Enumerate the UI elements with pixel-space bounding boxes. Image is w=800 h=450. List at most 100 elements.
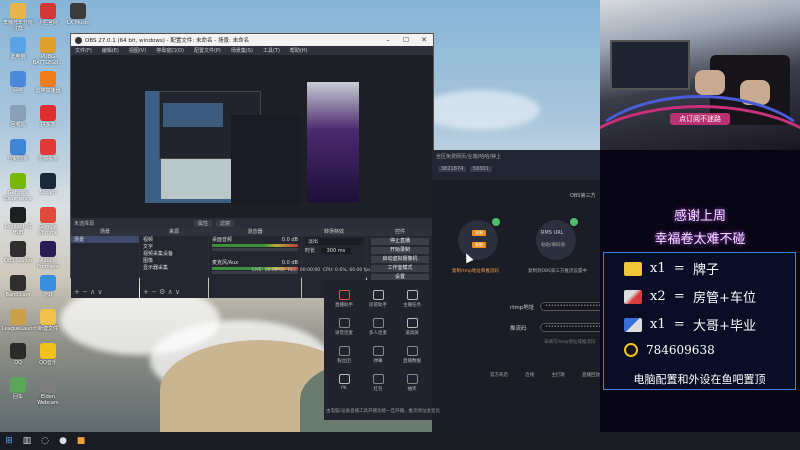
desktop-icon[interactable]: 游戏 <box>32 275 64 298</box>
desktop-icon-label: GeForce Experience <box>4 190 32 202</box>
tool-label: 道具屏 <box>405 331 419 336</box>
obs-preview-canvas[interactable] <box>71 55 433 218</box>
maximize-icon[interactable]: ☐ <box>397 36 415 44</box>
minimize-icon[interactable]: – <box>379 36 397 44</box>
source-item[interactable]: 显示器采集 <box>140 264 208 271</box>
menu-edit[interactable]: 编辑(E) <box>102 47 119 54</box>
desktop-icon-label: 李楠苏年分班注群 <box>2 20 33 32</box>
desktop-icon[interactable]: LeagueLauncher <box>2 309 44 332</box>
app-icon <box>10 275 26 291</box>
virtual-camera-button[interactable]: 启动虚拟摄像机 <box>371 256 429 263</box>
tool-icon <box>372 346 384 356</box>
assistant-top-text: 全区免费网页/业端/哈哈/钟上 <box>436 154 502 160</box>
close-icon[interactable]: ✕ <box>415 36 433 44</box>
prize-name: 房管+车位 <box>693 291 756 306</box>
desktop-icon[interactable]: QQ音乐 <box>32 343 64 366</box>
app-icon <box>10 105 26 121</box>
replay-link[interactable]: 直播回放 <box>582 372 600 378</box>
menu-file[interactable]: 文件(F) <box>75 47 92 54</box>
desktop-icon[interactable]: 李楠苏年分班注群 <box>2 3 34 32</box>
app-taskbar-icon[interactable]: ■ <box>72 432 90 450</box>
menu-profile[interactable]: 配置文件(P) <box>194 47 221 54</box>
app-icon <box>40 139 56 155</box>
studio-mode-button[interactable]: 工作室模式 <box>371 265 429 272</box>
desktop-icon[interactable]: 雷神加速器 <box>32 71 64 94</box>
menu-docks[interactable]: 停靠窗口(D) <box>156 47 184 54</box>
desktop-icon[interactable]: 此电脑 <box>2 37 34 60</box>
obs-titlebar[interactable]: OBS 27.0.1 (64 bit, windows) - 配置文件: 未命名… <box>71 34 433 46</box>
transition-duration[interactable]: 时长 300 ms <box>302 247 366 254</box>
tool-item[interactable]: 语音连麦 <box>329 318 359 336</box>
copy-button[interactable]: 复制 <box>472 230 486 236</box>
desktop-icon-label: LX Music <box>66 20 90 26</box>
start-recording-button[interactable]: 开始录制 <box>371 247 429 254</box>
source-item[interactable]: 视频 <box>140 236 208 243</box>
connect-link[interactable]: 连线 <box>525 372 534 378</box>
shop-link[interactable]: 官方商店 <box>490 372 508 378</box>
source-item[interactable]: 图像 <box>140 257 208 264</box>
obs-window[interactable]: OBS 27.0.1 (64 bit, windows) - 配置文件: 未命名… <box>70 33 434 298</box>
tool-item[interactable]: 主播任务 <box>397 290 427 308</box>
tool-item[interactable]: 多人连麦 <box>363 318 393 336</box>
tool-icon <box>338 346 350 356</box>
windows-start-icon[interactable]: ⊞ <box>0 432 18 450</box>
volume-slider[interactable] <box>212 248 298 251</box>
desktop-icon[interactable]: Adobe Premiere <box>32 241 64 270</box>
desktop-icon[interactable]: GeForce Experience <box>2 173 34 202</box>
desktop-icon[interactable]: 网络 <box>2 71 34 94</box>
desktop-icon[interactable]: LX Music <box>62 3 94 26</box>
desktop-icon[interactable]: 火栏官网 <box>32 3 64 26</box>
menu-help[interactable]: 帮助(H) <box>290 47 308 54</box>
desktop-icon[interactable]: Logitech G HUB <box>2 207 34 236</box>
tool-item[interactable]: 粉丝团 <box>329 346 359 364</box>
desktop-icon[interactable]: Elden Webcam <box>32 377 64 406</box>
app-icon <box>40 71 56 87</box>
properties-button[interactable]: 属性 <box>194 219 213 227</box>
desktop-icon-label: Steam <box>39 190 57 196</box>
desktop-icon[interactable]: 回车 <box>2 377 34 400</box>
tool-item[interactable]: 弹幕 <box>363 346 393 364</box>
desktop-icon[interactable]: 控制面板 <box>2 139 34 162</box>
tool-item[interactable]: 红包 <box>363 374 393 392</box>
source-item[interactable]: 视频采集设备 <box>140 250 208 257</box>
desktop-icon[interactable]: Steam <box>32 173 64 196</box>
desktop-icon[interactable]: 回收站 <box>2 105 34 128</box>
desktop-icon-label: 拼多多 <box>40 122 56 128</box>
audio-mixer-dock: 混音器 桌面音频 0.0 dB 麦克风/Aux 0.0 dB <box>209 228 301 298</box>
source-item[interactable]: 文字 <box>140 243 208 250</box>
desktop-icon[interactable]: QQ <box>2 343 34 366</box>
obs-taskbar-icon[interactable]: ● <box>54 432 72 450</box>
desktop-icon[interactable]: PUBG BATTLEGR... <box>32 37 64 66</box>
app-icon <box>10 71 26 87</box>
menu-view[interactable]: 视图(V) <box>129 47 146 54</box>
desktop-icon-label: 网络 <box>12 88 23 94</box>
source-toolbar-icons[interactable]: + − ⚙ ∧ ∨ <box>143 288 180 296</box>
tool-label: 弹幕 <box>373 359 383 364</box>
tool-item[interactable]: PK <box>329 374 359 391</box>
tool-item[interactable]: 抽奖 <box>397 374 427 392</box>
stop-streaming-button[interactable]: 停止直播 <box>371 238 429 245</box>
desktop-icon[interactable]: 雷锦头条 <box>32 139 64 162</box>
step2-sub: 粘贴/填码值 <box>541 243 566 248</box>
desktop-icon[interactable]: OBS Studio <box>2 241 34 264</box>
audio-meter <box>212 244 298 247</box>
desktop-icon[interactable]: Bandicam <box>2 275 34 298</box>
scene-item[interactable]: 场景 <box>71 236 139 243</box>
tool-item[interactable]: 房管助手 <box>363 290 393 308</box>
tool-item[interactable]: 直播数据 <box>397 346 427 364</box>
search-icon[interactable]: ◌ <box>36 432 54 450</box>
app-icon <box>40 207 56 223</box>
filters-button[interactable]: 滤镜 <box>216 219 235 227</box>
tool-item[interactable]: 直播助手 <box>329 290 359 308</box>
copy-button[interactable]: 复制 <box>472 242 486 248</box>
desktop-icon[interactable]: 新建文件 <box>32 309 64 332</box>
transition-select[interactable]: 淡出 <box>305 238 363 245</box>
menu-scene-collection[interactable]: 场景集(S) <box>231 47 253 54</box>
scene-add-remove-icons[interactable]: + − ∧ ∨ <box>74 288 103 296</box>
task-view-icon[interactable]: ▥ <box>18 432 36 450</box>
menu-tools[interactable]: 工具(T) <box>263 47 280 54</box>
tool-item[interactable]: 道具屏 <box>397 318 427 336</box>
desktop-icon[interactable]: 拼多多 <box>32 105 64 128</box>
song-link[interactable]: 主打歌 <box>551 372 565 378</box>
desktop-icon[interactable]: Google Chrome <box>32 207 64 236</box>
